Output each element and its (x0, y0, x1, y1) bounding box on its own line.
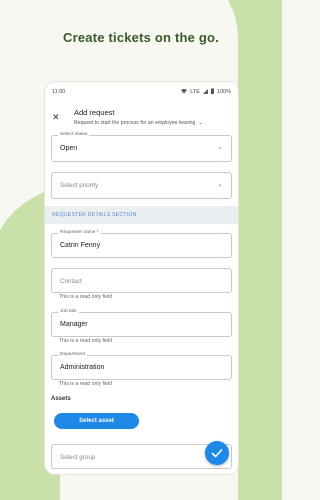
tagline: Create tickets on the go. (63, 30, 219, 45)
assets-label: Assets (51, 396, 71, 402)
job-title-value: Manager (60, 321, 88, 328)
job-title-helper-text: This is a read only field (59, 338, 113, 344)
contact-helper-text: This is a read only field (59, 294, 113, 300)
select-asset-button[interactable]: Select asset (54, 413, 139, 429)
status-value: Open (60, 145, 78, 152)
battery-level: 100% (216, 89, 231, 95)
template-subtitle: Request to start the process for an empl… (74, 120, 196, 126)
status-time: 11:00 (52, 89, 66, 95)
status-icons: LTE 100% (181, 88, 231, 96)
contact-field[interactable]: Contact (51, 268, 232, 293)
priority-placeholder: Select priority (60, 182, 99, 189)
department-helper-text: This is a read only field (59, 381, 113, 387)
signal-icon (202, 88, 208, 96)
priority-select[interactable]: Select priority ⌄ (51, 172, 232, 199)
chevron-down-icon: ⌄ (217, 144, 223, 151)
chevron-down-icon: ⌄ (198, 120, 203, 126)
close-icon[interactable]: ✕ (52, 108, 66, 123)
chevron-down-icon: ⌄ (217, 181, 223, 188)
battery-icon (210, 88, 214, 96)
requester-name-label: Requester name * (58, 230, 101, 235)
template-selector[interactable]: Request to start the process for an empl… (74, 120, 231, 126)
network-label: LTE (190, 89, 200, 95)
job-title-label: Job title (58, 309, 79, 314)
group-placeholder: Select group (60, 454, 96, 461)
department-label: Department (58, 352, 88, 357)
department-value: Administration (60, 364, 105, 371)
department-field[interactable]: Department Administration (51, 352, 232, 380)
app-bar-titles: Add request Request to start the process… (74, 108, 231, 126)
phone-screen: 11:00 LTE 100% ✕ Add request Request to … (45, 82, 238, 474)
check-icon[interactable] (205, 441, 229, 465)
status-bar: 11:00 LTE 100% (45, 82, 238, 102)
job-title-field[interactable]: Job title Manager (51, 309, 232, 337)
requester-name-value: Catrin Fenny (60, 242, 101, 249)
page-title: Add request (74, 108, 115, 117)
requester-section-header: REQUESTER DETAILS SECTION (45, 206, 238, 224)
contact-placeholder: Contact (60, 278, 82, 285)
status-label: Select status (58, 132, 90, 137)
app-bar: ✕ Add request Request to start the proce… (45, 102, 238, 134)
requester-name-field[interactable]: Requester name * Catrin Fenny (51, 230, 232, 258)
status-select[interactable]: Select status Open ⌄ (51, 132, 232, 162)
wifi-icon (181, 88, 188, 96)
